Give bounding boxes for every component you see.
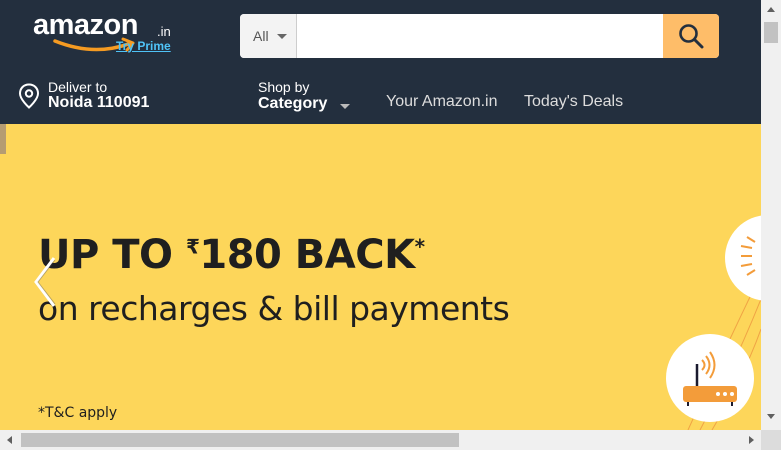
horizontal-scrollbar[interactable]	[0, 430, 761, 450]
deliver-label: Deliver to	[48, 79, 108, 95]
shop-by-label: Shop by	[258, 79, 310, 95]
banner-headline: UP TO ₹180 BACK*	[38, 232, 425, 278]
scroll-left-button[interactable]	[0, 430, 20, 450]
arrow-down-icon	[767, 414, 775, 419]
scroll-up-button[interactable]	[761, 0, 781, 20]
router-icon	[666, 334, 754, 422]
headline-amount: 180 BACK	[199, 232, 415, 278]
rupee-sign: ₹	[185, 234, 200, 259]
search-input[interactable]	[298, 14, 662, 58]
vertical-scroll-thumb[interactable]	[764, 22, 778, 43]
arrow-up-icon	[767, 7, 775, 12]
top-header: amazon .in Try Prime All Deliver to Noid…	[0, 0, 761, 124]
bulb-icon	[725, 215, 761, 301]
terms-note: *T&C apply	[38, 405, 118, 421]
search-button[interactable]	[663, 14, 719, 58]
search-category-dropdown[interactable]: All	[240, 14, 297, 58]
deliver-location: Noida 110091	[48, 94, 150, 111]
logo-suffix: .in	[157, 24, 171, 39]
scroll-down-button[interactable]	[761, 406, 781, 426]
location-pin-icon	[18, 83, 40, 109]
banner-subline: on recharges & bill payments	[38, 289, 510, 328]
try-prime-link[interactable]: Try Prime	[116, 39, 171, 53]
headline-asterisk: *	[414, 234, 425, 259]
horizontal-scroll-thumb[interactable]	[21, 433, 459, 447]
chevron-down-icon	[277, 34, 287, 39]
search-icon	[679, 24, 704, 49]
chevron-down-icon	[340, 104, 350, 109]
banner-edge-strip	[0, 124, 6, 154]
arrow-right-icon	[749, 436, 754, 444]
amazon-logo[interactable]: amazon .in Try Prime	[33, 9, 183, 55]
todays-deals-link[interactable]: Today's Deals	[524, 93, 623, 111]
category-label: Category	[258, 95, 328, 112]
scroll-right-button[interactable]	[741, 430, 761, 450]
your-amazon-link[interactable]: Your Amazon.in	[386, 93, 497, 111]
vertical-scrollbar[interactable]	[761, 0, 781, 430]
search-category-label: All	[253, 28, 269, 44]
chevron-left-icon[interactable]	[28, 254, 62, 310]
scrollbar-corner	[761, 430, 781, 450]
arrow-left-icon	[7, 436, 12, 444]
hero-banner[interactable]: UP TO ₹180 BACK* on recharges & bill pay…	[0, 124, 761, 430]
search-bar: All	[240, 14, 719, 58]
deliver-to-location[interactable]: Deliver to Noida 110091	[18, 78, 218, 114]
shop-by-category-menu[interactable]: Shop by Category	[258, 78, 368, 116]
